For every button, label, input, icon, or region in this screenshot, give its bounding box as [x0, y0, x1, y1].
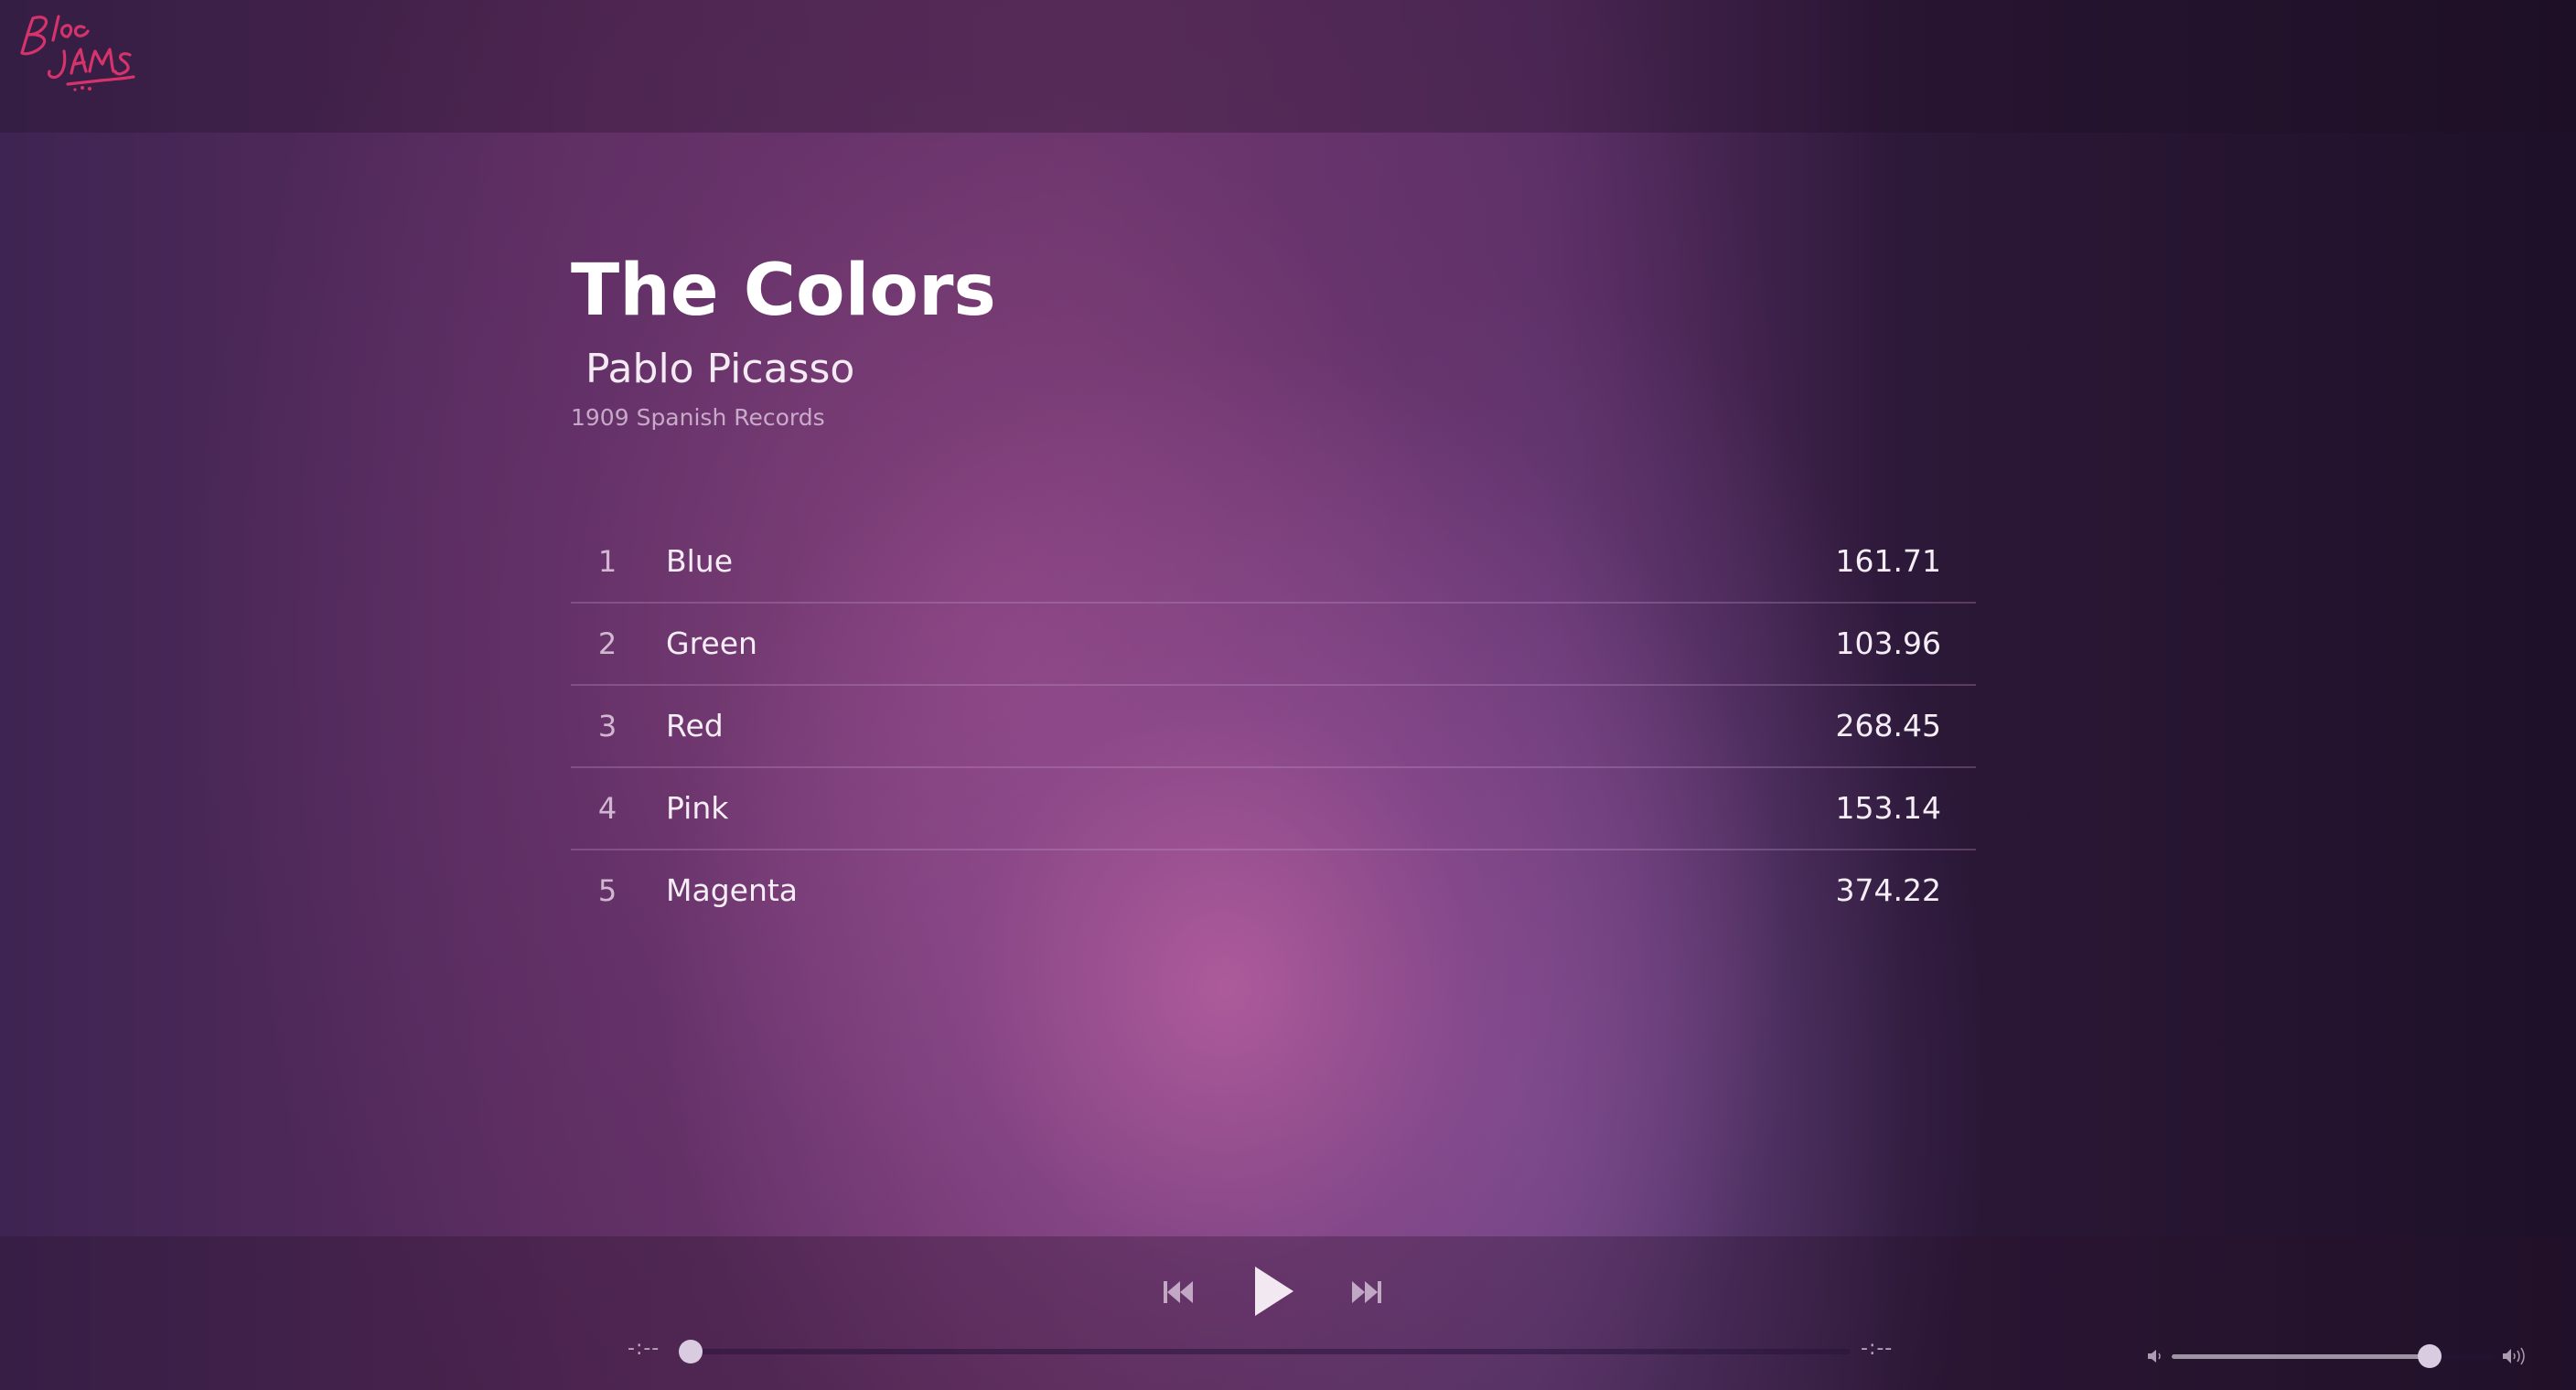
- skip-previous-icon[interactable]: [1162, 1276, 1195, 1309]
- seek-bar-thumb[interactable]: [679, 1340, 703, 1363]
- song-list: 1 Blue 161.71 2 Green 103.96 3 Red 268.4…: [571, 521, 1976, 931]
- song-row[interactable]: 4 Pink 153.14: [571, 768, 1976, 850]
- current-time: -:--: [628, 1337, 660, 1360]
- song-number[interactable]: 5: [589, 850, 626, 931]
- volume-bar[interactable]: [2172, 1344, 2494, 1368]
- song-title: Blue: [666, 543, 734, 579]
- song-duration: 268.45: [1835, 708, 1941, 743]
- seek-bar[interactable]: [679, 1340, 1851, 1363]
- navbar: [0, 0, 2576, 133]
- bloc-jams-logo[interactable]: [13, 7, 141, 99]
- playback-controls: [1149, 1259, 1423, 1325]
- song-number[interactable]: 4: [589, 768, 626, 849]
- song-number[interactable]: 3: [589, 686, 626, 766]
- song-row[interactable]: 5 Magenta 374.22: [571, 850, 1976, 931]
- song-number[interactable]: 1: [589, 521, 626, 602]
- song-row[interactable]: 2 Green 103.96: [571, 604, 1976, 686]
- album-artist: Pablo Picasso: [585, 346, 855, 392]
- play-icon[interactable]: [1251, 1265, 1295, 1318]
- song-duration: 153.14: [1835, 790, 1941, 826]
- song-number[interactable]: 2: [589, 604, 626, 684]
- total-time: -:--: [1861, 1337, 1894, 1360]
- volume-bar-thumb[interactable]: [2417, 1344, 2442, 1368]
- skip-next-icon[interactable]: [1350, 1276, 1383, 1309]
- song-title: Pink: [666, 790, 729, 826]
- song-row[interactable]: 3 Red 268.45: [571, 686, 1976, 768]
- song-title: Magenta: [666, 872, 799, 908]
- song-duration: 374.22: [1835, 872, 1941, 908]
- volume-high-icon[interactable]: [2501, 1345, 2528, 1367]
- song-duration: 103.96: [1835, 626, 1941, 661]
- song-title: Red: [666, 708, 724, 743]
- album-title: The Colors: [571, 250, 996, 332]
- song-duration: 161.71: [1835, 543, 1941, 579]
- album-info: The Colors Pablo Picasso 1909 Spanish Re…: [571, 245, 996, 433]
- volume-low-icon[interactable]: [2146, 1347, 2164, 1365]
- song-title: Green: [666, 626, 757, 661]
- song-row[interactable]: 1 Blue 161.71: [571, 521, 1976, 604]
- album-release-info: 1909 Spanish Records: [571, 404, 825, 431]
- volume-bar-fill: [2172, 1354, 2430, 1359]
